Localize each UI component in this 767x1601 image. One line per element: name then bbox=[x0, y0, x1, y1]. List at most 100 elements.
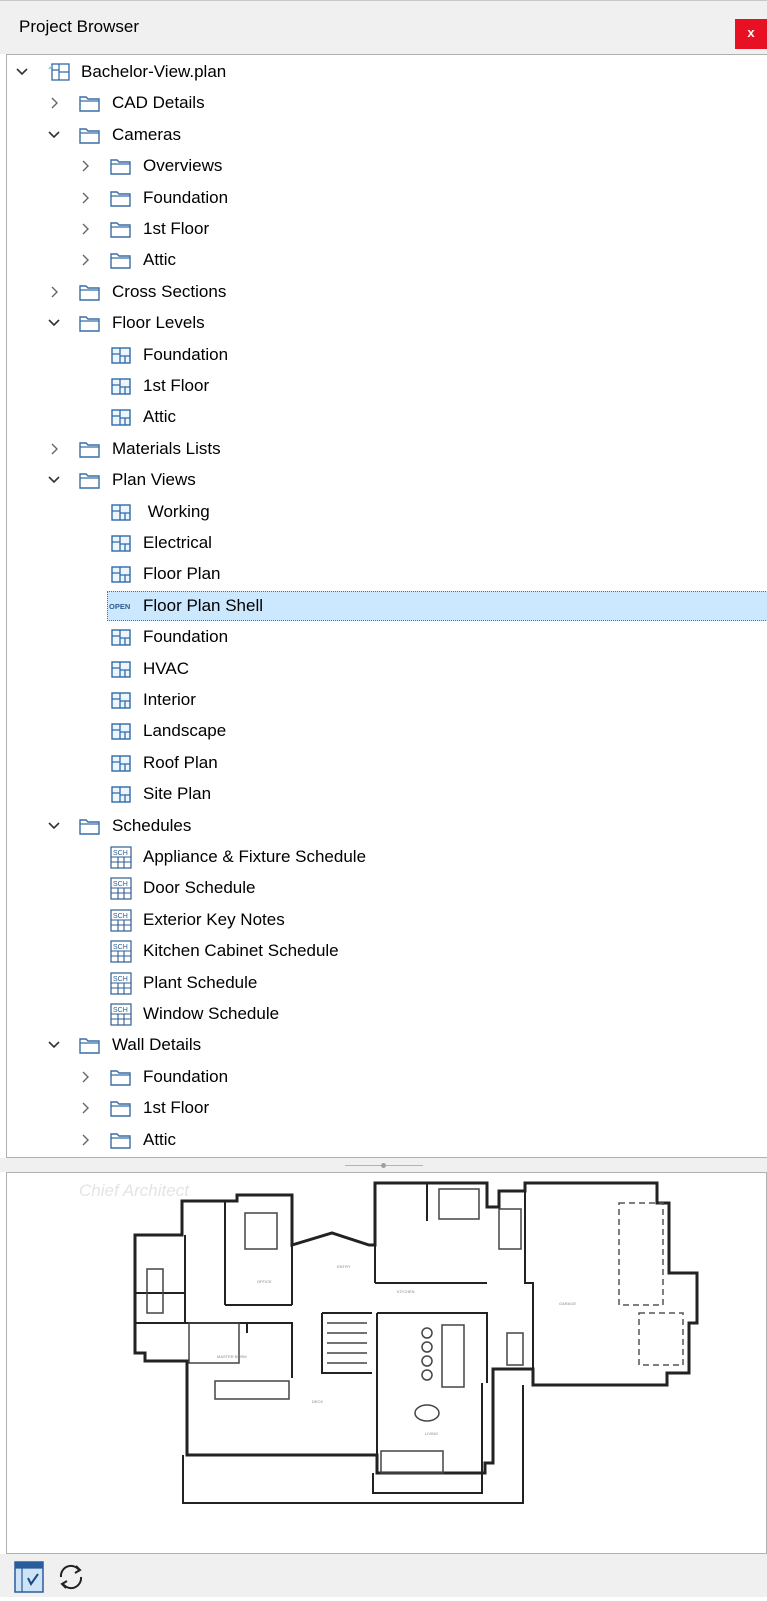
plan-view-icon bbox=[109, 752, 133, 774]
svg-text:OPEN: OPEN bbox=[109, 602, 130, 611]
tree-item[interactable]: Electrical bbox=[7, 528, 767, 558]
chevron-right-icon[interactable] bbox=[47, 434, 61, 464]
tree-item[interactable]: Foundation bbox=[7, 1062, 767, 1092]
tree-item-label: Working bbox=[143, 501, 210, 521]
plan-view-icon bbox=[109, 658, 133, 680]
svg-text:SCH: SCH bbox=[113, 913, 128, 920]
folder-icon bbox=[78, 124, 102, 146]
plan-view-icon bbox=[109, 501, 133, 523]
tree-item[interactable]: Roof Plan bbox=[7, 748, 767, 778]
plan-view-icon bbox=[109, 375, 133, 397]
panel-title: Project Browser bbox=[19, 17, 139, 36]
tree-item[interactable]: Working bbox=[7, 497, 767, 527]
tree-item-label: Roof Plan bbox=[143, 752, 218, 772]
plan-view-icon bbox=[109, 563, 133, 585]
tree-item-label: Attic bbox=[143, 407, 177, 427]
tree-item-label: Cross Sections bbox=[112, 281, 227, 301]
tree-item[interactable]: Foundation bbox=[7, 340, 767, 370]
svg-text:SCH: SCH bbox=[113, 976, 128, 983]
tree-item-label: Floor Plan Shell bbox=[143, 595, 264, 615]
folder-icon bbox=[109, 155, 133, 177]
tree-item-label: Schedules bbox=[112, 815, 192, 835]
svg-text:LIVING: LIVING bbox=[425, 1431, 438, 1436]
tree-item[interactable]: Overviews bbox=[7, 151, 767, 181]
chevron-down-icon[interactable] bbox=[47, 465, 61, 495]
tree-item-label: Foundation bbox=[143, 187, 229, 207]
tree-item[interactable]: SCH Plant Schedule bbox=[7, 968, 767, 998]
tree-item-label: Electrical bbox=[143, 533, 212, 552]
schedule-icon: SCH bbox=[109, 1003, 133, 1026]
tree-item[interactable]: Floor Levels bbox=[7, 308, 767, 338]
chevron-right-icon[interactable] bbox=[78, 151, 92, 181]
svg-text:SCH: SCH bbox=[113, 1007, 128, 1014]
tree-item[interactable]: 1st Floor bbox=[7, 214, 767, 244]
folder-icon bbox=[109, 218, 133, 240]
chevron-right-icon[interactable] bbox=[78, 1125, 92, 1155]
tree-item-label: Window Schedule bbox=[143, 1004, 280, 1023]
tree-item-label: Door Schedule bbox=[143, 878, 256, 898]
tree-item[interactable]: 1st Floor bbox=[7, 371, 767, 401]
chevron-right-icon[interactable] bbox=[78, 1062, 92, 1092]
tree-item-label: Attic bbox=[143, 1129, 177, 1149]
tree-item[interactable]: Floor Plan bbox=[7, 559, 767, 589]
chevron-right-icon[interactable] bbox=[78, 214, 92, 244]
tree-item[interactable]: Plan Views bbox=[7, 465, 767, 495]
bottom-toolbar bbox=[0, 1554, 767, 1597]
tree-item[interactable]: SCH Window Schedule bbox=[7, 999, 767, 1029]
tree-item[interactable]: Schedules bbox=[7, 811, 767, 841]
tree-item[interactable]: Foundation bbox=[7, 183, 767, 213]
tree-item[interactable]: Wall Details bbox=[7, 1030, 767, 1060]
tree-item[interactable]: Site Plan bbox=[7, 779, 767, 809]
tree-item[interactable]: Bachelor-View.plan bbox=[7, 57, 767, 87]
chevron-down-icon[interactable] bbox=[47, 811, 61, 841]
chevron-right-icon[interactable] bbox=[78, 245, 92, 275]
tree-item[interactable]: Foundation bbox=[7, 622, 767, 652]
folder-icon bbox=[109, 1129, 133, 1151]
close-button[interactable]: x bbox=[735, 19, 767, 49]
auto-preview-toggle-icon[interactable] bbox=[10, 1558, 48, 1596]
chevron-right-icon[interactable] bbox=[78, 183, 92, 213]
tree-item[interactable]: Materials Lists bbox=[7, 434, 767, 464]
plan-view-icon bbox=[109, 344, 133, 366]
tree-item-label: 1st Floor bbox=[143, 376, 210, 395]
tree-item[interactable]: Attic bbox=[7, 1125, 767, 1155]
svg-text:SCH: SCH bbox=[113, 944, 128, 951]
chevron-down-icon[interactable] bbox=[15, 57, 29, 87]
tree-item-label: Materials Lists bbox=[112, 438, 221, 458]
svg-text:ENTRY: ENTRY bbox=[337, 1264, 351, 1269]
tree-item[interactable]: 1st Floor bbox=[7, 1093, 767, 1123]
chevron-right-icon[interactable] bbox=[47, 277, 61, 307]
tree-item[interactable]: CAD Details bbox=[7, 88, 767, 118]
tree-item-label: Exterior Key Notes bbox=[143, 909, 285, 929]
tree-item[interactable]: OPEN Floor Plan Shell bbox=[107, 590, 767, 621]
svg-text:SCH: SCH bbox=[113, 850, 128, 857]
tree-item[interactable]: SCH Door Schedule bbox=[7, 873, 767, 903]
folder-icon bbox=[109, 249, 133, 271]
tree-item-label: Appliance & Fixture Schedule bbox=[143, 847, 367, 866]
tree-item[interactable]: Attic bbox=[7, 245, 767, 275]
tree-item[interactable]: Interior bbox=[7, 685, 767, 715]
tree-item[interactable]: SCH Exterior Key Notes bbox=[7, 905, 767, 935]
tree-item[interactable]: HVAC bbox=[7, 654, 767, 684]
tree-item[interactable]: Cameras bbox=[7, 120, 767, 150]
chevron-right-icon[interactable] bbox=[78, 1093, 92, 1123]
chevron-right-icon[interactable] bbox=[47, 88, 61, 118]
chevron-down-icon[interactable] bbox=[47, 308, 61, 338]
tree-item[interactable]: Attic bbox=[7, 402, 767, 432]
plan-view-icon bbox=[109, 532, 133, 554]
tree-item[interactable]: Landscape bbox=[7, 716, 767, 746]
folder-icon bbox=[78, 281, 102, 303]
tree-item[interactable]: Cross Sections bbox=[7, 277, 767, 307]
splitter-grip-dot bbox=[381, 1163, 386, 1168]
chevron-down-icon[interactable] bbox=[47, 1030, 61, 1060]
tree-item-label: Bachelor-View.plan bbox=[81, 62, 227, 81]
tree-item[interactable]: SCH Appliance & Fixture Schedule bbox=[7, 842, 767, 872]
refresh-icon[interactable] bbox=[52, 1558, 90, 1596]
schedule-icon: SCH bbox=[109, 971, 133, 995]
tree-item[interactable]: SCH Kitchen Cabinet Schedule bbox=[7, 936, 767, 966]
chevron-down-icon[interactable] bbox=[47, 120, 61, 150]
svg-text:DECK: DECK bbox=[312, 1399, 323, 1404]
tree-item-label: Plan Views bbox=[112, 470, 196, 490]
splitter-handle[interactable] bbox=[0, 1158, 767, 1172]
tree-item-label: Wall Details bbox=[112, 1035, 202, 1055]
